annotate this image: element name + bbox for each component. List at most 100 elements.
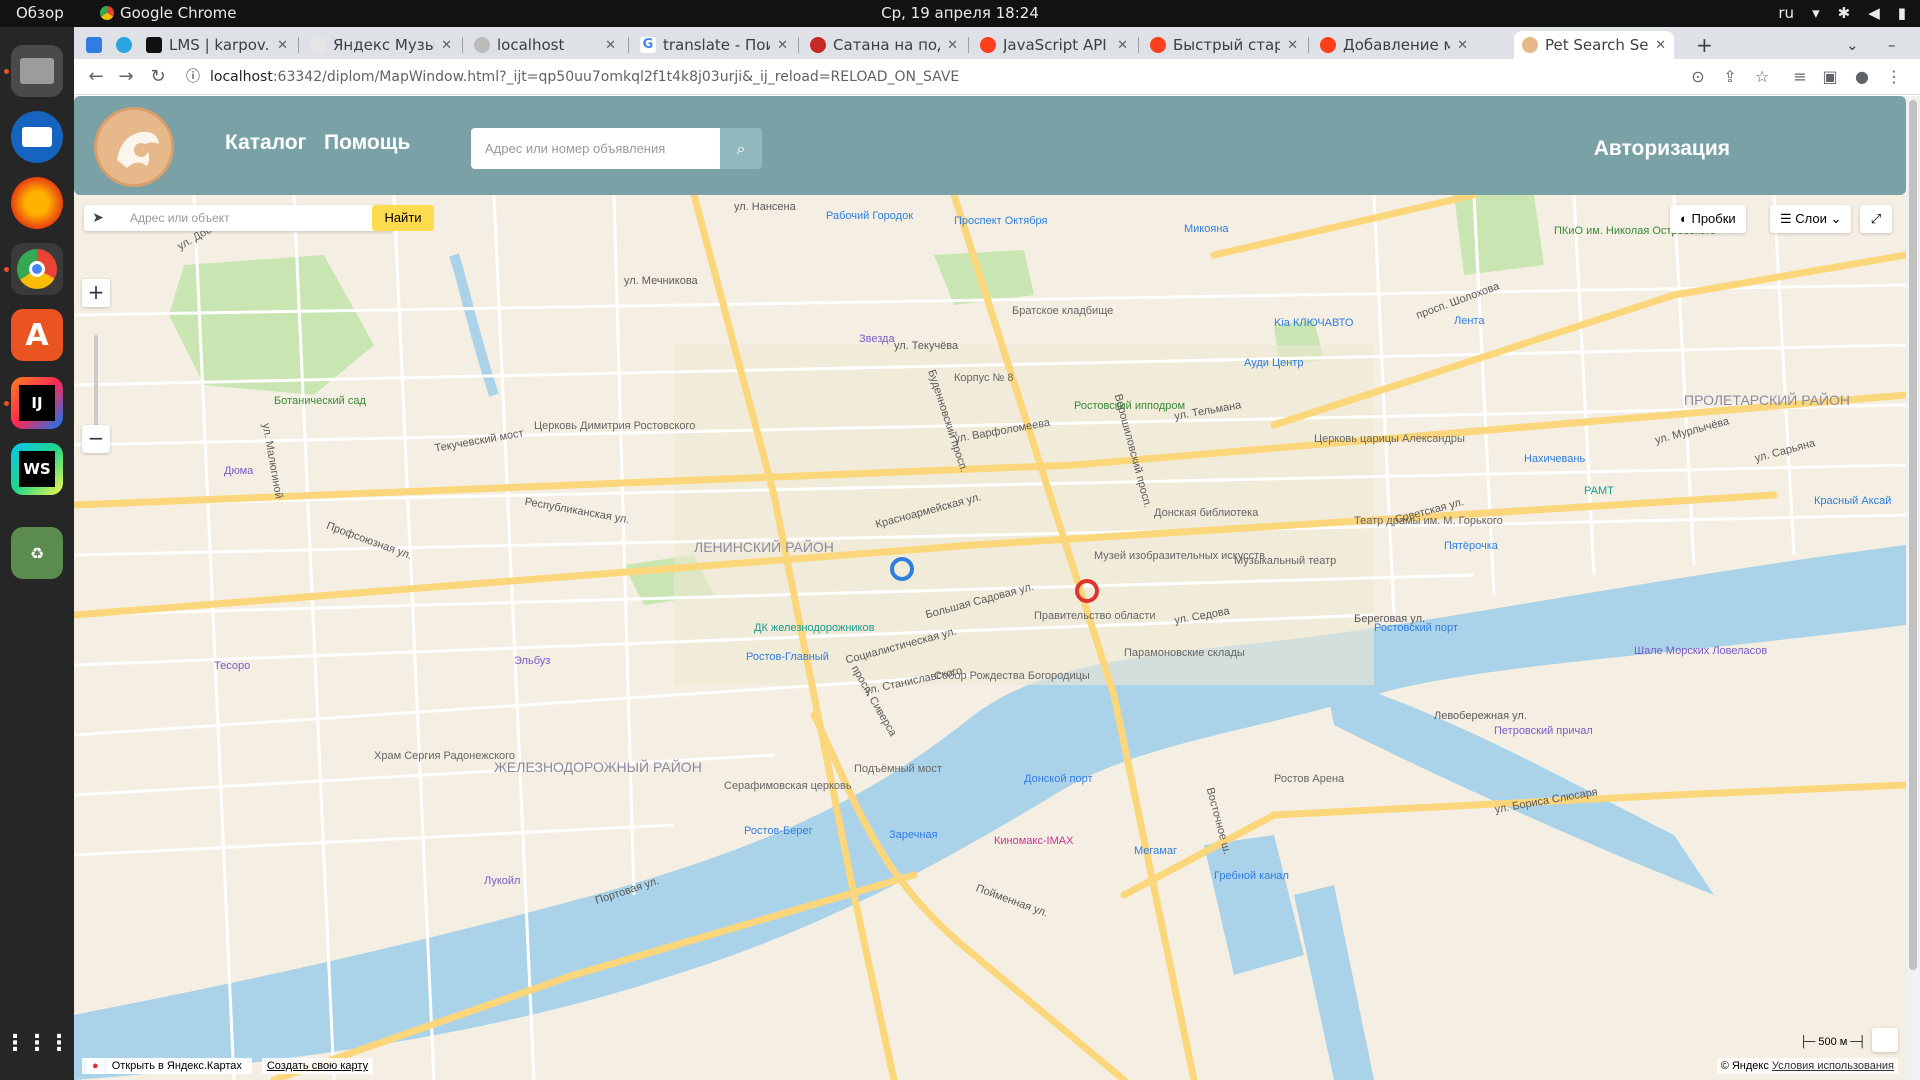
poi-label[interactable]: Гребной канал	[1214, 870, 1289, 882]
zoom-out-button[interactable]: −	[82, 425, 110, 453]
terms-link[interactable]: Условия использования	[1772, 1060, 1894, 1072]
tab-translate[interactable]: Gtranslate - Пои ✕	[632, 31, 796, 59]
tab-pet-search[interactable]: Pet Search Serv✕	[1514, 31, 1674, 59]
zoom-in-button[interactable]: +	[82, 279, 110, 307]
side-panel-icon[interactable]: ▣	[1818, 65, 1842, 89]
poi-label[interactable]: Корпус № 8	[954, 372, 1014, 384]
poi-label[interactable]: Донской порт	[1024, 773, 1093, 785]
poi-label[interactable]: Храм Сергия Радонежского	[374, 750, 515, 762]
open-in-yandex-link[interactable]: ● Открыть в Яндекс.Картах	[82, 1058, 252, 1074]
poi-label[interactable]: Братское кладбище	[1012, 305, 1113, 317]
system-tray[interactable]: ru ▾ ✱ ◀ ▮	[1778, 4, 1906, 22]
site-logo[interactable]	[94, 107, 174, 187]
nav-auth[interactable]: Авторизация	[1594, 137, 1730, 161]
poi-label[interactable]: ДК железнодорожников	[754, 622, 874, 634]
zoom-slider[interactable]	[94, 335, 98, 435]
tab-localhost[interactable]: localhost ✕	[466, 31, 624, 59]
overview-button[interactable]: Обзор	[16, 4, 64, 22]
poi-label[interactable]: Церковь Димитрия Ростовского	[534, 420, 695, 432]
clock[interactable]: Ср, 19 апреля 18:24	[881, 4, 1039, 22]
info-icon[interactable]: ⓘ	[186, 65, 200, 89]
webstorm-icon[interactable]: WS	[11, 443, 63, 495]
close-icon[interactable]: ✕	[1117, 38, 1128, 53]
poi-label[interactable]: Ростов-Берег	[744, 825, 813, 837]
new-tab-button[interactable]: +	[1688, 31, 1714, 59]
poi-label[interactable]: Дюма	[224, 465, 253, 477]
back-icon[interactable]: ←	[84, 65, 108, 89]
yandex-map[interactable]: Ленинский район Железнодорожный район Пр…	[74, 195, 1906, 1080]
tab-search-icon[interactable]: ⌄	[1838, 31, 1864, 59]
poi-label[interactable]: Музыкальный театр	[1234, 555, 1336, 567]
poi-label[interactable]: Kia КЛЮЧАВТО	[1274, 317, 1353, 329]
create-map-link[interactable]: Создать свою карту	[261, 1058, 374, 1074]
close-icon[interactable]: ✕	[1457, 38, 1468, 53]
traffic-button[interactable]: ◐ Пробки	[1670, 205, 1746, 233]
geolocation-icon[interactable]: ➤	[84, 205, 112, 231]
nav-catalog[interactable]: Каталог	[225, 131, 306, 155]
page-scrollbar[interactable]	[1906, 96, 1920, 1080]
trash-icon[interactable]: ♻	[11, 527, 63, 579]
poi-label[interactable]: Заречная	[889, 829, 938, 841]
map-canvas[interactable]	[74, 195, 1906, 1080]
poi-label[interactable]: Мегамаг	[1134, 845, 1177, 857]
keyboard-layout[interactable]: ru	[1778, 4, 1794, 22]
map-find-button[interactable]: Найти	[372, 205, 434, 231]
poi-label[interactable]: Серафимовская церковь	[724, 780, 852, 792]
layers-button[interactable]: ☰ Слои ⌄	[1770, 205, 1852, 233]
poi-label[interactable]: Донская библиотека	[1154, 507, 1258, 519]
poi-label[interactable]: Микояна	[1184, 223, 1229, 235]
forward-icon[interactable]: →	[114, 65, 138, 89]
poi-label[interactable]: Ростов Арена	[1274, 773, 1344, 785]
active-app-menu[interactable]: Google Chrome	[100, 4, 237, 22]
minimize-icon[interactable]: –	[1880, 31, 1906, 59]
poi-label[interactable]: Проспект Октября	[954, 215, 1047, 227]
tab-quick-start[interactable]: Быстрый старт✕	[1142, 31, 1306, 59]
firefox-icon[interactable]	[11, 177, 63, 229]
close-icon[interactable]: ✕	[947, 38, 958, 53]
tab-adding[interactable]: Добавление м ✕	[1312, 31, 1476, 59]
poi-label[interactable]: Правительство области	[1034, 610, 1156, 622]
close-icon[interactable]: ✕	[441, 38, 452, 53]
chrome-icon[interactable]	[11, 243, 63, 295]
bookmark-star-icon[interactable]: ☆	[1750, 65, 1774, 89]
site-search-input[interactable]: Адрес или номер объявления	[471, 128, 720, 169]
map-search-input[interactable]: Адрес или объект	[84, 205, 394, 231]
poi-label[interactable]: Тесоро	[214, 660, 250, 672]
app-center-icon[interactable]: A	[11, 309, 63, 361]
address-bar[interactable]: ⓘ localhost:63342/diplom/MapWindow.html?…	[186, 65, 959, 89]
thunderbird-icon[interactable]	[11, 111, 63, 163]
files-icon[interactable]	[11, 45, 63, 97]
poi-label[interactable]: Киномакс-IMAX	[994, 835, 1073, 847]
tab-yandex-music[interactable]: Яндекс Музыка✕	[302, 31, 460, 59]
poi-label[interactable]: Ботанический сад	[274, 395, 366, 407]
tab-js-api[interactable]: JavaScript API ✕	[972, 31, 1136, 59]
tab-satana[interactable]: Сатана на под ✕	[802, 31, 966, 59]
poi-label[interactable]: Парамоновские склады	[1124, 647, 1245, 659]
reading-list-icon[interactable]: ≡	[1788, 65, 1812, 89]
poi-label[interactable]: Рабочий Городок	[826, 210, 913, 222]
profile-avatar[interactable]: ●	[1850, 65, 1874, 89]
poi-label[interactable]: Эльбуз	[514, 655, 550, 667]
poi-label[interactable]: Петровский причал	[1494, 725, 1593, 737]
poi-label[interactable]: Нахичевань	[1524, 453, 1585, 465]
close-icon[interactable]: ✕	[1287, 38, 1298, 53]
poi-label[interactable]: Подъёмный мост	[854, 763, 942, 775]
share-icon[interactable]: ⇪	[1718, 65, 1742, 89]
scrollbar-thumb[interactable]	[1909, 100, 1917, 970]
intellij-idea-icon[interactable]: IJ	[11, 377, 63, 429]
app-grid-icon[interactable]: ⋮⋮⋮	[4, 1017, 70, 1069]
poi-label[interactable]: Лента	[1454, 315, 1484, 327]
poi-label[interactable]: Пятёрочка	[1444, 540, 1498, 552]
ruler-icon[interactable]	[1872, 1028, 1898, 1052]
poi-label[interactable]: Звезда	[859, 333, 895, 345]
tab-messenger[interactable]	[78, 31, 104, 59]
tab-lms[interactable]: LMS | karpov.co✕	[138, 31, 296, 59]
poi-label[interactable]: Церковь царицы Александры	[1314, 433, 1465, 445]
poi-label[interactable]: Ауди Центр	[1244, 357, 1303, 369]
poi-label[interactable]: Ростов-Главный	[746, 651, 829, 663]
close-icon[interactable]: ✕	[605, 38, 616, 53]
close-icon[interactable]: ✕	[1655, 38, 1666, 53]
location-icon[interactable]: ⊙	[1686, 65, 1710, 89]
poi-label[interactable]: Лукойл	[484, 875, 520, 887]
poi-label[interactable]: Шале Морских Ловеласов	[1634, 645, 1767, 657]
